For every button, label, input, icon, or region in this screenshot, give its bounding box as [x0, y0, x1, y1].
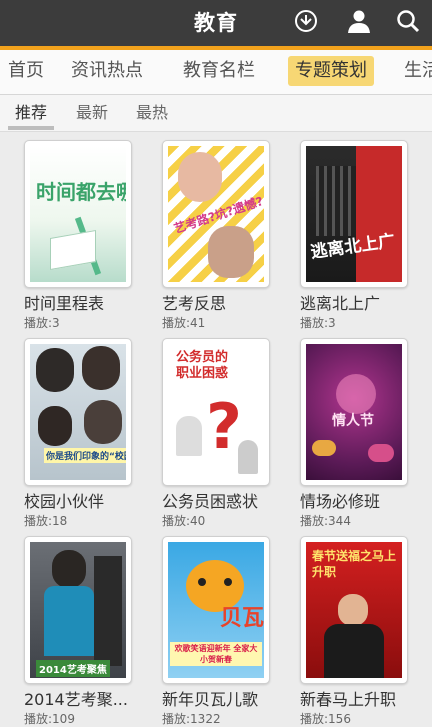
- play-count: 播放:3: [24, 316, 60, 330]
- item-title: 情场必修班: [300, 492, 381, 511]
- poster-thumbnail[interactable]: 你是我们印象的“校园小伙伴”: [24, 338, 132, 486]
- top-bar: 教育: [0, 0, 432, 46]
- play-count: 播放:109: [24, 712, 75, 726]
- poster-thumbnail[interactable]: 逃离北上广: [300, 140, 408, 288]
- play-count: 播放:344: [300, 514, 351, 528]
- item-title: 校园小伙伴: [24, 492, 105, 511]
- user-icon[interactable]: [345, 7, 373, 35]
- category-nav: 首页 资讯热点 教育名栏 专题策划 生活: [0, 50, 432, 95]
- item-title: 新年贝瓦儿歌: [162, 690, 259, 709]
- item-title: 2014艺考聚...: [24, 690, 128, 709]
- poster-caption: 春节送福之马上升职: [312, 549, 397, 579]
- poster-thumbnail[interactable]: 公务员的职业困惑 ?: [162, 338, 270, 486]
- item-title: 公务员困惑状: [162, 492, 259, 511]
- poster-thumbnail[interactable]: 春节送福之马上升职: [300, 536, 408, 684]
- active-subtab-indicator: [8, 126, 54, 130]
- poster-caption: 2014艺考聚焦: [36, 660, 110, 677]
- item-title: 新春马上升职: [300, 690, 397, 709]
- poster-caption: 你是我们印象的“校园小伙伴”: [44, 448, 126, 463]
- poster-thumbnail[interactable]: 情人节: [300, 338, 408, 486]
- sub-nav: 推荐 最新 最热: [0, 95, 432, 132]
- play-count: 播放:1322: [162, 712, 221, 726]
- tab-news[interactable]: 资讯热点: [71, 56, 143, 86]
- tab-columns[interactable]: 教育名栏: [183, 56, 255, 86]
- subtab-hottest[interactable]: 最热: [136, 101, 168, 125]
- poster-thumbnail[interactable]: 时间都去哪儿了?: [24, 140, 132, 288]
- subtab-recommended[interactable]: 推荐: [15, 101, 47, 125]
- play-count: 播放:3: [300, 316, 336, 330]
- poster-thumbnail[interactable]: 艺考路?坑?遗憾?: [162, 140, 270, 288]
- poster-caption: 时间都去哪儿了?: [36, 180, 126, 204]
- poster-caption: 情人节: [332, 413, 374, 429]
- tab-life[interactable]: 生活: [404, 56, 432, 86]
- poster-thumbnail[interactable]: 贝瓦 欢歌笑语迎新年 全家大小贺新春: [162, 536, 270, 684]
- play-count: 播放:18: [24, 514, 68, 528]
- poster-thumbnail[interactable]: 2014艺考聚焦: [24, 536, 132, 684]
- item-title: 艺考反思: [162, 294, 227, 313]
- tab-home[interactable]: 首页: [8, 56, 44, 86]
- poster-caption: 欢歌笑语迎新年 全家大小贺新春: [170, 642, 262, 666]
- poster-caption: 公务员的职业困惑: [176, 350, 229, 381]
- play-count: 播放:156: [300, 712, 351, 726]
- play-count: 播放:41: [162, 316, 206, 330]
- download-icon[interactable]: [292, 7, 320, 35]
- tab-specials[interactable]: 专题策划: [288, 56, 374, 86]
- search-icon[interactable]: [394, 7, 422, 35]
- item-title: 时间里程表: [24, 294, 105, 313]
- item-title: 逃离北上广: [300, 294, 381, 313]
- subtab-latest[interactable]: 最新: [76, 101, 108, 125]
- play-count: 播放:40: [162, 514, 206, 528]
